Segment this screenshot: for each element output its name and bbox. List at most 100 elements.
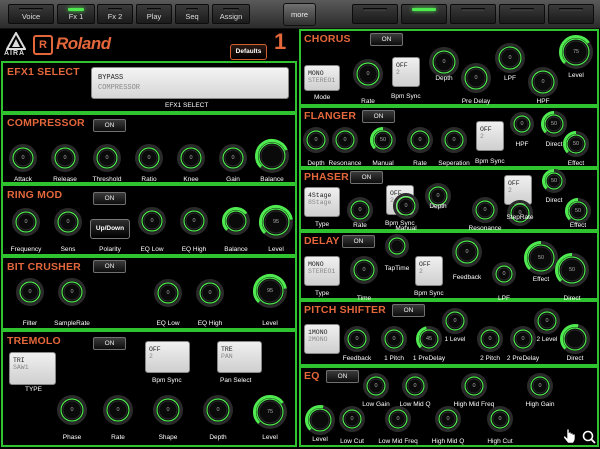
knob-low-mid-q[interactable]: 0	[402, 373, 428, 399]
knob-high-mid-freq[interactable]: 0	[461, 373, 487, 399]
pointer-hand-icon[interactable]	[561, 428, 577, 445]
knob-effect[interactable]: 50	[524, 241, 558, 275]
knob-eq-low[interactable]: 0	[154, 279, 182, 307]
tab-page-5[interactable]	[548, 4, 594, 24]
defaults-button[interactable]: Defaults	[230, 44, 267, 60]
knob-depth[interactable]: 0	[303, 127, 329, 153]
flanger-bpm-sync-select[interactable]: OFF 2	[476, 121, 504, 151]
chorus-bpm-sync-select[interactable]: OFF 2	[392, 57, 420, 87]
chorus-on-button[interactable]: ON	[370, 33, 403, 46]
more-button[interactable]: more	[283, 3, 316, 26]
knob-frequency[interactable]: 0	[12, 208, 40, 236]
knob-direct[interactable]	[560, 324, 590, 354]
tremolo-bpm-sync-select[interactable]: OFF 2	[145, 341, 190, 373]
knob-threshold[interactable]: 0	[93, 144, 121, 172]
knob-level[interactable]: 75	[559, 35, 593, 69]
knob-balance[interactable]	[255, 139, 289, 173]
knob-direct[interactable]: 50	[555, 253, 589, 287]
knob-time[interactable]: 0	[350, 256, 378, 284]
delay-on-button[interactable]: ON	[342, 235, 375, 248]
knob-2-predelay[interactable]: 0	[510, 326, 536, 352]
knob-depth[interactable]: 0	[429, 47, 459, 77]
knob-eq-low[interactable]: 0	[138, 207, 166, 235]
phaser-type-select[interactable]: 4Stage 8Stage	[304, 187, 340, 217]
knob-high-mid-q[interactable]: 0	[435, 406, 461, 432]
knob-high-gain[interactable]: 0	[527, 373, 553, 399]
knob-effect[interactable]: 50	[563, 131, 589, 157]
eq-on-button[interactable]: ON	[326, 370, 359, 383]
knob-gain[interactable]: 0	[219, 144, 247, 172]
delay-bpm-sync-select[interactable]: OFF 2	[415, 256, 443, 286]
pitch-shifter-on-button[interactable]: ON	[392, 304, 425, 317]
knob-1-pitch[interactable]: 0	[381, 326, 407, 352]
knob-level[interactable]	[305, 405, 335, 435]
knob-filter[interactable]: 0	[16, 278, 44, 306]
knob-depth[interactable]: 0	[203, 395, 233, 425]
delay-type-select[interactable]: MONO STEREO1	[304, 256, 340, 286]
knob-rate[interactable]: 0	[407, 127, 433, 153]
knob-level[interactable]: 95	[259, 205, 293, 239]
knob-low-gain[interactable]: 0	[363, 373, 389, 399]
zoom-icon[interactable]	[581, 429, 597, 445]
knob-seperation[interactable]: 0	[441, 127, 467, 153]
tab-page-3[interactable]	[450, 4, 496, 24]
knob-taptime[interactable]	[385, 234, 409, 258]
knob-resonance[interactable]: 0	[472, 197, 498, 223]
knob-low-cut[interactable]: 0	[339, 406, 365, 432]
tab-page-4[interactable]	[499, 4, 545, 24]
knob-manual[interactable]: 0	[393, 193, 419, 219]
knob-direct[interactable]: 50	[542, 169, 566, 193]
compressor-on-button[interactable]: ON	[93, 119, 126, 132]
knob-rate[interactable]: 0	[347, 197, 373, 223]
knob-high-cut[interactable]: 0	[487, 406, 513, 432]
knob-balance[interactable]	[222, 207, 250, 235]
knob-sens[interactable]: 0	[54, 208, 82, 236]
knob-manual[interactable]: 50	[370, 127, 396, 153]
knob-shape[interactable]: 0	[153, 395, 183, 425]
tab-page-1[interactable]	[352, 4, 398, 24]
knob-level[interactable]: 75	[253, 395, 287, 429]
knob-feedback[interactable]: 0	[452, 237, 482, 267]
knob-lpf[interactable]: 0	[492, 262, 516, 286]
knob-resonance[interactable]: 0	[332, 127, 358, 153]
knob-attack[interactable]: 0	[9, 144, 37, 172]
chorus-mode-select[interactable]: MONO STEREO1	[304, 65, 340, 91]
tab-assign[interactable]: Assign	[212, 4, 250, 24]
tremolo-type-select[interactable]: TRI SAW1	[9, 352, 56, 385]
knob-pre-delay[interactable]: 0	[461, 63, 491, 93]
knob-hpf[interactable]: 0	[510, 112, 534, 136]
knob-level[interactable]: 95	[253, 274, 287, 308]
knob-steprate[interactable]: 0	[507, 200, 533, 226]
knob-phase[interactable]: 0	[57, 395, 87, 425]
knob-knee[interactable]: 0	[177, 144, 205, 172]
knob-1-predelay[interactable]: 45	[416, 326, 442, 352]
knob-2-level[interactable]: 0	[534, 308, 560, 334]
knob-release[interactable]: 0	[51, 144, 79, 172]
knob-lpf[interactable]: 0	[495, 43, 525, 73]
ringmod-on-button[interactable]: ON	[93, 192, 126, 205]
knob-2-pitch[interactable]: 0	[477, 326, 503, 352]
knob-effect[interactable]: 50	[565, 198, 591, 224]
efx1-select-box[interactable]: BYPASS COMPRESSOR	[91, 67, 289, 99]
knob-hpf[interactable]: 0	[528, 67, 558, 97]
polarity-toggle[interactable]: Up/Down	[90, 219, 130, 239]
tab-fx2[interactable]: Fx 2	[97, 4, 133, 24]
knob-low-mid-freq[interactable]: 0	[385, 406, 411, 432]
knob-eq-high[interactable]: 0	[196, 279, 224, 307]
knob-samplerate[interactable]: 0	[58, 278, 86, 306]
pitch-mode-select[interactable]: 1MONO 2MONO	[304, 324, 340, 354]
tab-fx1[interactable]: Fx 1	[57, 4, 95, 24]
knob-eq-high[interactable]: 0	[180, 207, 208, 235]
phaser-on-button[interactable]: ON	[350, 171, 383, 184]
knob-rate[interactable]: 0	[353, 59, 383, 89]
knob-1-level[interactable]: 0	[442, 308, 468, 334]
knob-ratio[interactable]: 0	[135, 144, 163, 172]
tremolo-on-button[interactable]: ON	[93, 337, 126, 350]
tab-seq[interactable]: Seq	[175, 4, 209, 24]
knob-rate[interactable]: 0	[103, 395, 133, 425]
flanger-on-button[interactable]: ON	[362, 110, 395, 123]
tremolo-pan-select[interactable]: TRE PAN	[217, 341, 262, 373]
knob-feedback[interactable]: 0	[344, 326, 370, 352]
tab-play[interactable]: Play	[136, 4, 172, 24]
tab-page-2[interactable]	[401, 4, 447, 24]
